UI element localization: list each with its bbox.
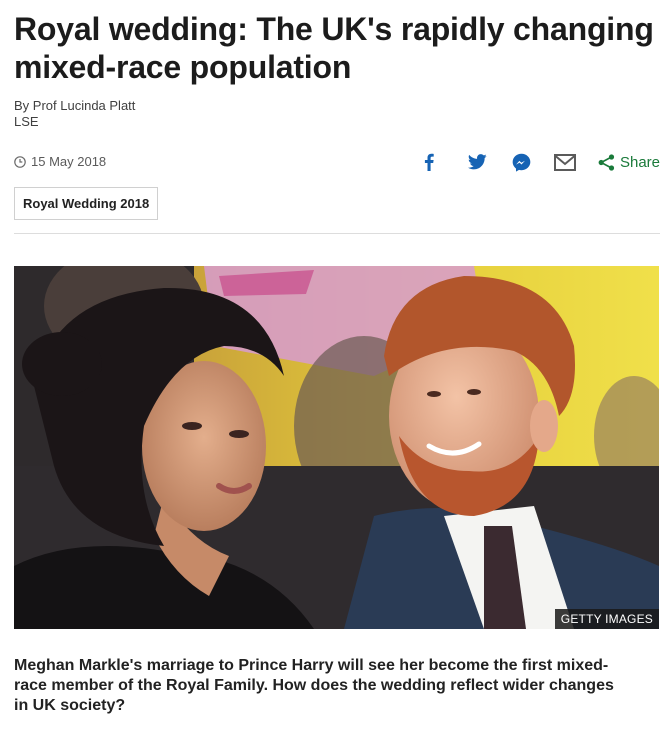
article-intro: Meghan Markle's marriage to Prince Harry… xyxy=(14,657,614,714)
publish-date: 15 May 2018 xyxy=(14,154,106,169)
article-photo: GETTY IMAGES xyxy=(14,266,659,629)
share-button[interactable]: Share xyxy=(598,154,660,171)
publish-date-text: 15 May 2018 xyxy=(31,154,107,169)
clock-icon xyxy=(14,155,26,168)
share-tools: Share xyxy=(422,152,660,172)
photo-illustration xyxy=(14,266,659,629)
divider xyxy=(14,233,660,234)
author-name: By Prof Lucinda Platt xyxy=(14,98,136,113)
share-icon xyxy=(598,153,615,171)
facebook-icon[interactable] xyxy=(422,152,436,172)
article-headline: Royal wedding: The UK's rapidly changing… xyxy=(14,11,654,85)
topic-tag[interactable]: Royal Wedding 2018 xyxy=(14,187,159,220)
article-page: Royal wedding: The UK's rapidly changing… xyxy=(0,0,668,730)
author-affiliation: LSE xyxy=(14,114,39,129)
share-label: Share xyxy=(619,153,660,171)
messenger-icon[interactable] xyxy=(512,152,532,172)
email-icon[interactable] xyxy=(553,152,576,172)
image-credit: GETTY IMAGES xyxy=(554,609,659,629)
byline: By Prof Lucinda Platt LSE xyxy=(14,98,135,130)
meta-row: 15 May 2018 Share xyxy=(14,152,660,172)
twitter-icon[interactable] xyxy=(468,152,488,172)
